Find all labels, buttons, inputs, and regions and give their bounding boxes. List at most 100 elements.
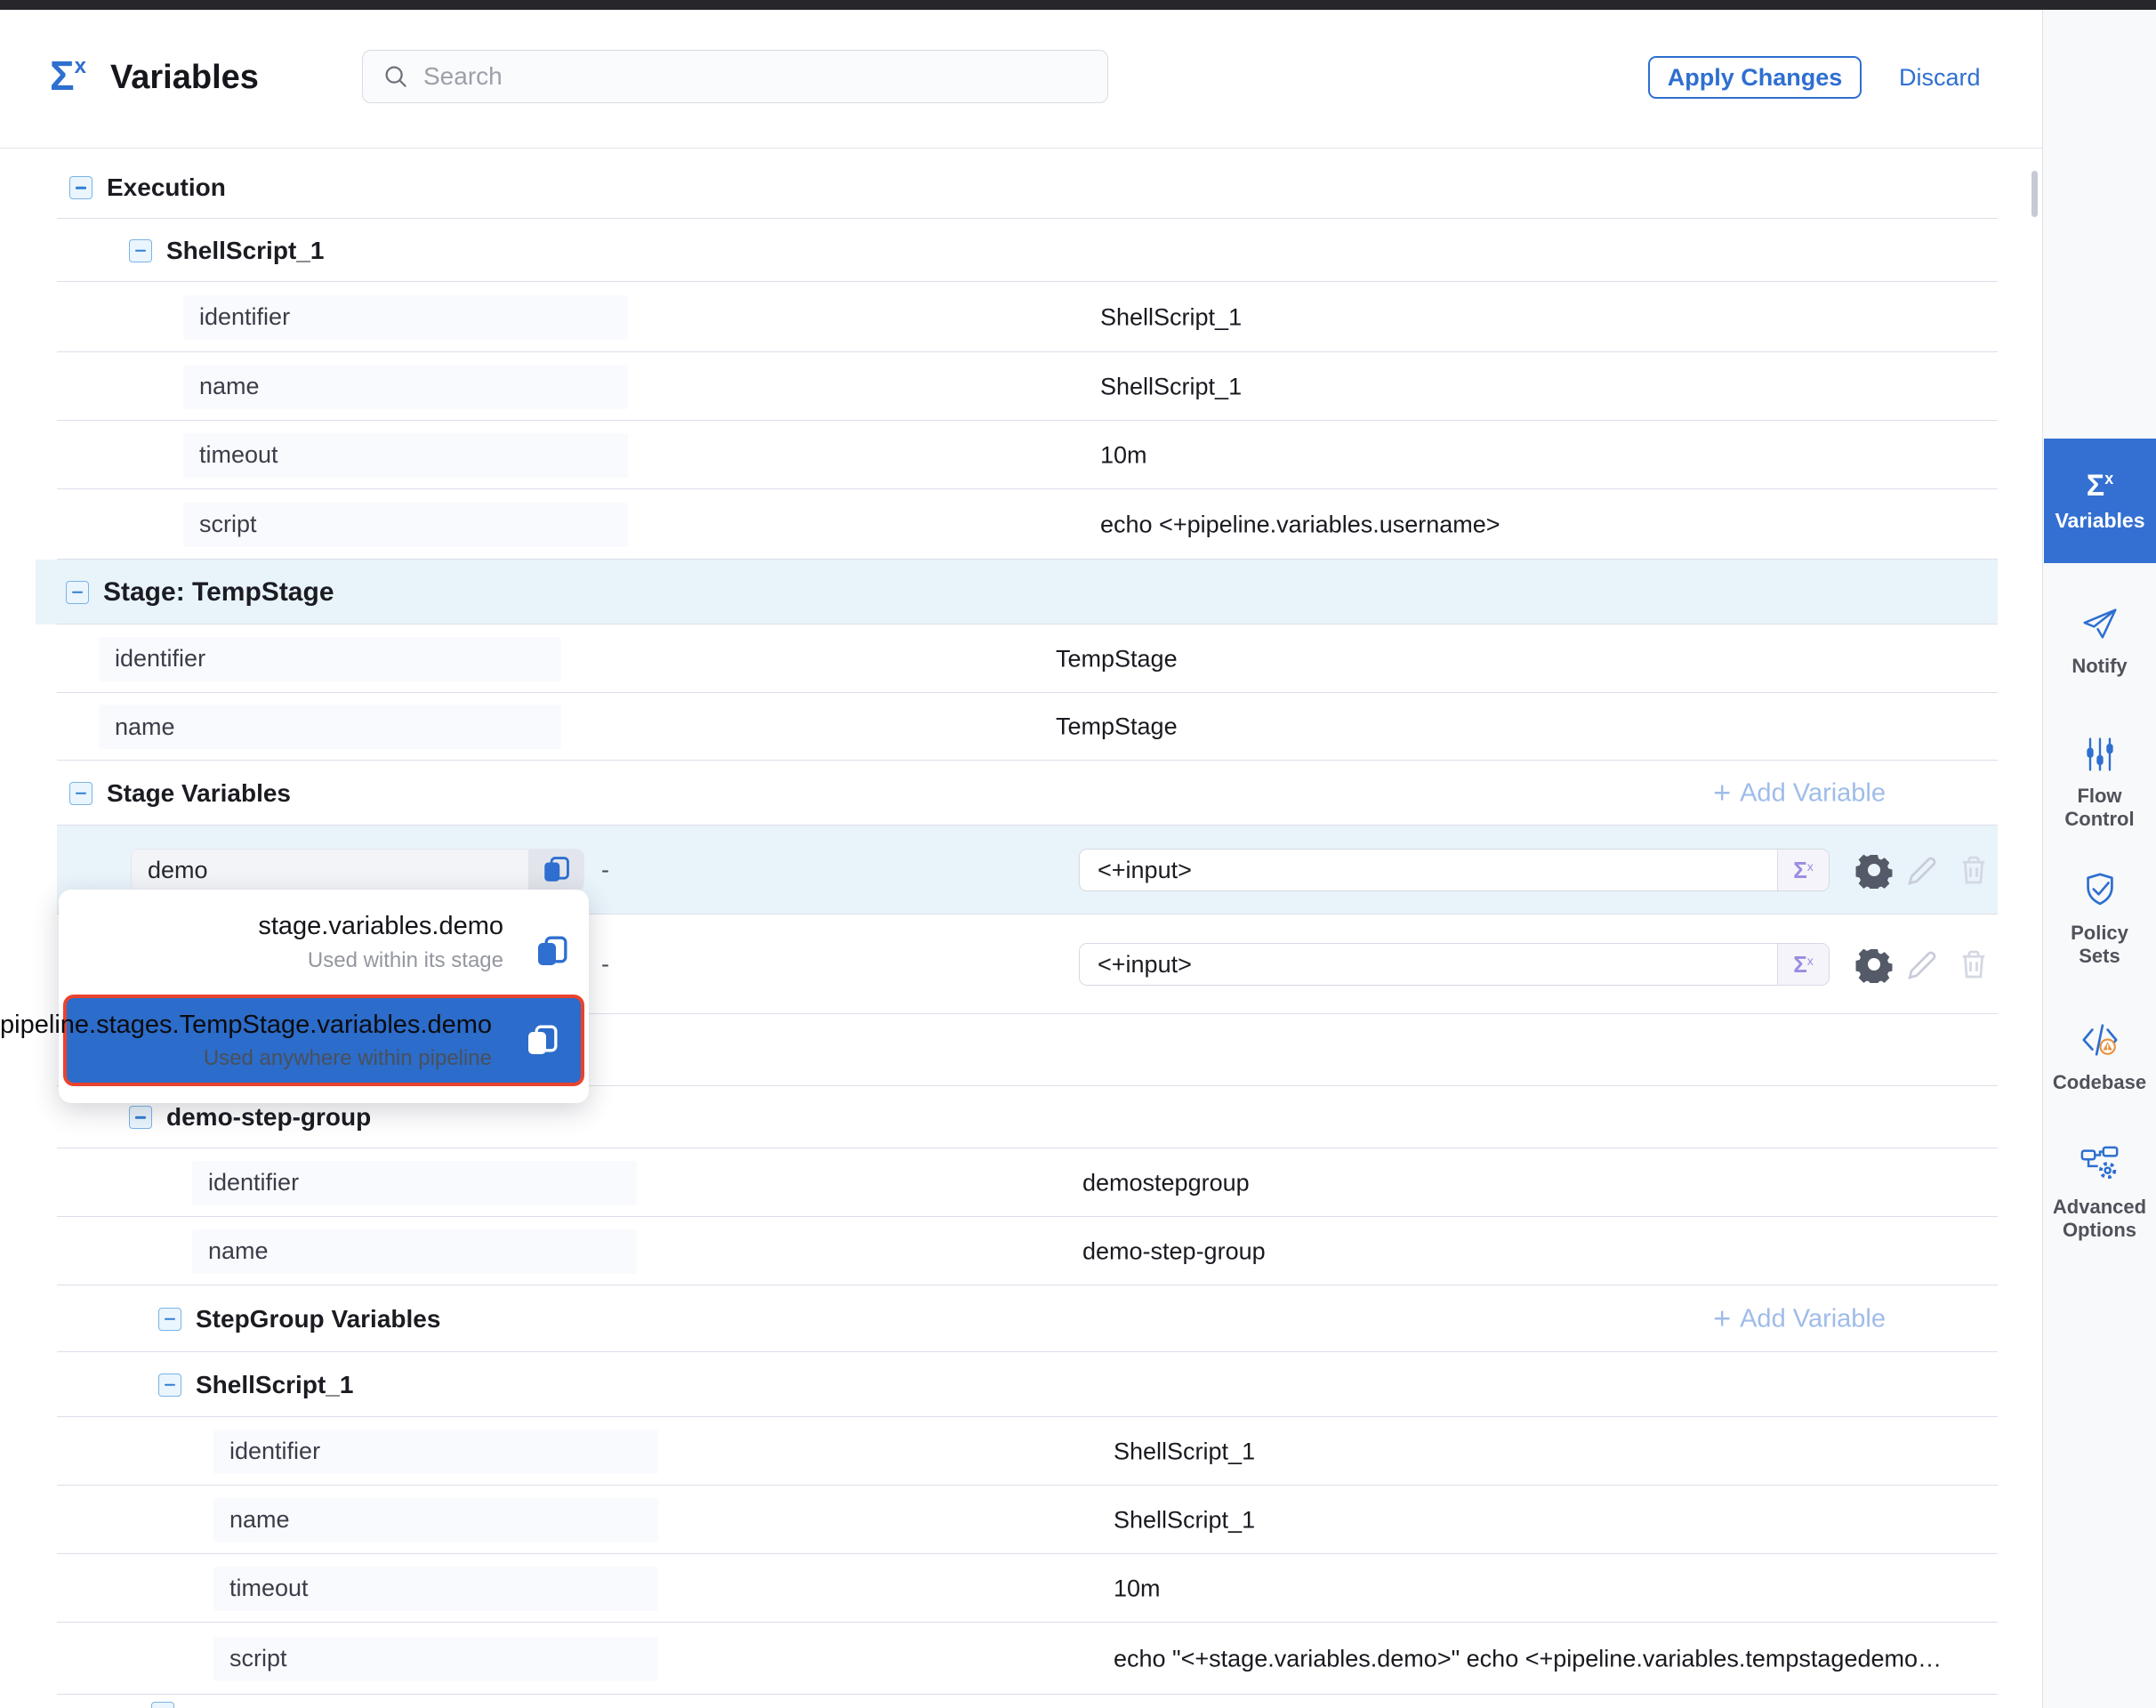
field-value: TempStage (1056, 645, 1178, 673)
field-row: timeout 10m (0, 421, 2042, 489)
apply-changes-button[interactable]: Apply Changes (1648, 56, 1862, 99)
field-name-box[interactable]: script (213, 1637, 658, 1681)
expression-scope: Used within its stage (308, 948, 503, 973)
shield-check-icon (2080, 870, 2120, 911)
collapse-icon[interactable] (158, 1308, 181, 1331)
field-value: ShellScript_1 (1100, 373, 1242, 400)
expression-option-pipeline-scope-selected[interactable]: pipeline.stages.TempStage.variables.demo… (63, 995, 584, 1086)
code-warning-icon (2079, 1019, 2121, 1060)
search-icon (382, 63, 409, 90)
sidebar-item-label: Notify (2072, 655, 2127, 678)
add-variable-button[interactable]: +Add Variable (1713, 778, 1886, 808)
sliders-icon (2080, 735, 2120, 774)
field-row: name TempStage (0, 693, 2042, 761)
field-name-box[interactable]: name (192, 1229, 637, 1274)
paper-plane-icon (2080, 603, 2120, 644)
section-label: Stage Variables (107, 779, 291, 808)
delete-trash-icon[interactable] (1955, 851, 1992, 889)
section-label: Stage: TempStage (103, 577, 334, 608)
copy-icon[interactable] (534, 934, 569, 970)
sidebar-item-notify[interactable]: Notify (2043, 603, 2156, 678)
field-row: script echo "<+stage.variables.demo>" ec… (0, 1623, 2042, 1695)
settings-gear-icon[interactable] (1855, 946, 1893, 983)
sigma-x-icon: Σx (2087, 470, 2113, 502)
field-name-box[interactable]: script (183, 503, 628, 547)
vertical-scrollbar[interactable] (2031, 171, 2038, 217)
runtime-input-button[interactable]: Σx (1777, 944, 1829, 985)
field-name-box[interactable]: name (99, 705, 561, 749)
collapse-icon[interactable] (158, 1374, 181, 1397)
collapse-icon[interactable] (151, 1702, 174, 1708)
copy-icon (541, 855, 571, 885)
field-value: echo "<+stage.variables.demo>" echo <+pi… (1114, 1645, 1942, 1672)
field-row: timeout 10m (0, 1554, 2042, 1623)
collapse-icon[interactable] (129, 1106, 152, 1129)
field-name: identifier (115, 645, 205, 673)
collapse-icon[interactable] (69, 782, 93, 805)
field-name: script (199, 511, 257, 538)
copy-icon[interactable] (524, 1023, 559, 1059)
field-value: 10m (1114, 1575, 1161, 1602)
sidebar-item-flow-control[interactable]: FlowControl (2043, 735, 2156, 831)
variables-main-panel: Σ x Variables Apply Changes Discard Exec… (0, 10, 2043, 1708)
copy-button[interactable] (528, 850, 583, 890)
section-row-stage-tempstage: Stage: TempStage (0, 560, 2042, 624)
search-box[interactable] (362, 50, 1108, 103)
field-name-box[interactable]: name (183, 365, 628, 409)
flowchart-gear-icon (2080, 1144, 2120, 1185)
field-row: identifier TempStage (0, 624, 2042, 693)
sidebar-item-codebase[interactable]: Codebase (2043, 1019, 2156, 1094)
sidebar-item-policy-sets[interactable]: PolicySets (2043, 870, 2156, 968)
discard-button[interactable]: Discard (1899, 56, 1981, 99)
variable-name-field[interactable]: demo (131, 849, 584, 891)
sidebar-item-advanced-options[interactable]: AdvancedOptions (2043, 1144, 2156, 1242)
field-value: demostepgroup (1082, 1169, 1250, 1196)
collapse-icon[interactable] (129, 239, 152, 262)
field-value: ShellScript_1 (1114, 1506, 1255, 1534)
field-value: demo-step-group (1082, 1237, 1266, 1265)
settings-gear-icon[interactable] (1855, 851, 1893, 889)
expression-option-stage-scope[interactable]: stage.variables.demo Used within its sta… (59, 890, 589, 995)
section-row-stepgroup-variables: StepGroup Variables +Add Variable (0, 1285, 2042, 1352)
section-label: demo-step-group (166, 1103, 371, 1132)
variable-value-input[interactable]: <+input> Σx (1079, 943, 1830, 986)
field-name-box[interactable]: identifier (183, 295, 628, 340)
runtime-input-button[interactable]: Σx (1777, 850, 1829, 890)
edit-pencil-icon[interactable] (1904, 946, 1942, 983)
field-name-box[interactable]: timeout (183, 433, 628, 478)
variable-value-input[interactable]: <+input> Σx (1079, 849, 1830, 891)
sidebar-item-label: Variables (2055, 509, 2144, 533)
field-name-box[interactable]: identifier (213, 1430, 658, 1474)
search-input[interactable] (422, 61, 1048, 92)
sigma-glyph: Σ (50, 52, 75, 99)
field-name-box[interactable]: identifier (192, 1161, 637, 1205)
variable-type: - (601, 857, 609, 884)
field-name: identifier (229, 1438, 320, 1465)
field-row: identifier demostepgroup (0, 1148, 2042, 1217)
field-row: script echo <+pipeline.variables.usernam… (0, 489, 2042, 560)
section-label: ShellScript_1 (166, 237, 324, 265)
collapse-icon[interactable] (69, 176, 93, 199)
delete-trash-icon[interactable] (1955, 946, 1992, 983)
field-value: echo <+pipeline.variables.username> (1100, 511, 1500, 538)
field-row: name demo-step-group (0, 1217, 2042, 1285)
section-row-shellscript1-nested: ShellScript_1 (0, 1352, 2042, 1417)
sigma-x-logo-icon: Σ x (50, 52, 86, 99)
expression-text: stage.variables.demo (258, 912, 503, 941)
sidebar-item-variables-active[interactable]: Σx Variables (2044, 439, 2156, 563)
field-name: identifier (208, 1169, 299, 1196)
edit-pencil-icon[interactable] (1904, 851, 1942, 889)
field-value: ShellScript_1 (1100, 303, 1242, 331)
field-row: identifier ShellScript_1 (0, 1417, 2042, 1486)
variable-name: demo (132, 850, 528, 890)
section-row-execution: Execution (0, 157, 2042, 219)
plus-icon: + (1713, 780, 1731, 807)
field-name: timeout (199, 441, 278, 469)
collapse-icon[interactable] (66, 581, 89, 604)
page-title: Variables (110, 59, 259, 97)
field-name-box[interactable]: name (213, 1498, 658, 1543)
add-variable-button[interactable]: +Add Variable (1713, 1304, 1886, 1333)
section-label: Execution (107, 173, 226, 202)
field-name-box[interactable]: identifier (99, 637, 561, 681)
field-name-box[interactable]: timeout (213, 1567, 658, 1611)
